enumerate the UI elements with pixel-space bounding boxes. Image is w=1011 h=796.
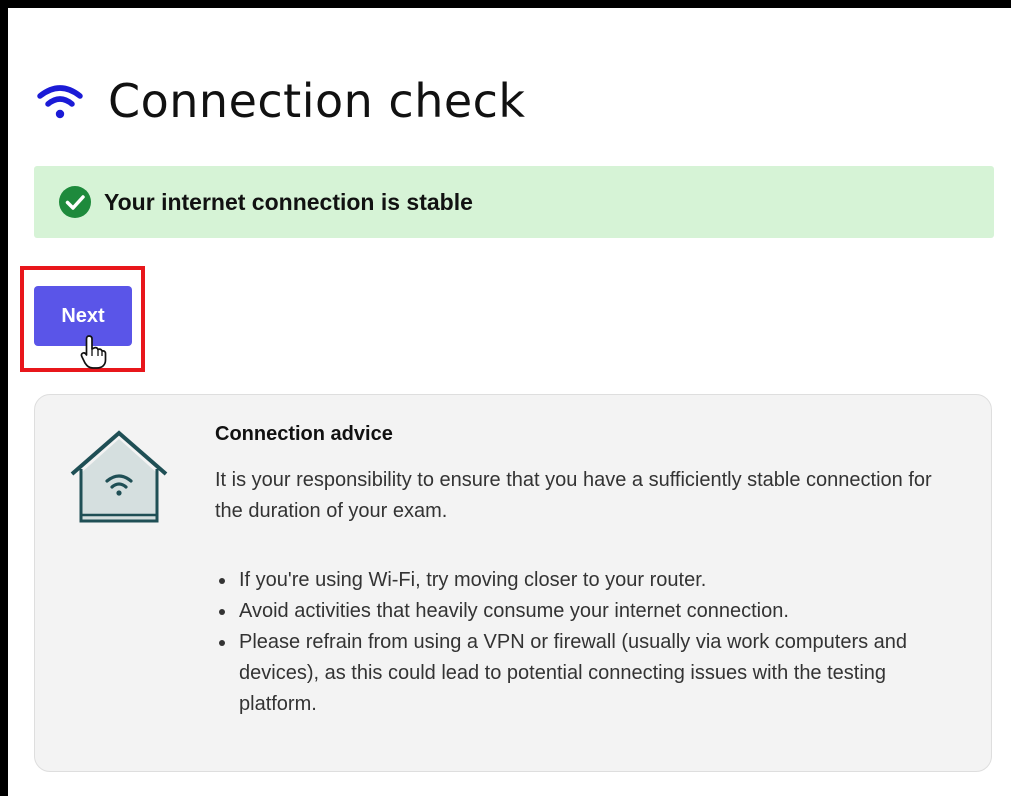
check-circle-icon [59,186,91,218]
connection-advice-card: Connection advice It is your responsibil… [34,394,992,772]
list-item: Avoid activities that heavily consume yo… [215,596,955,627]
page-header: Connection check [36,66,526,136]
wifi-icon [37,85,83,119]
page-title: Connection check [108,74,526,128]
hand-cursor-icon [80,335,107,369]
advice-body: It is your responsibility to ensure that… [215,469,932,522]
status-banner: Your internet connection is stable [34,166,994,238]
list-item: If you're using Wi-Fi, try moving closer… [215,565,955,596]
list-item: Please refrain from using a VPN or firew… [215,627,955,720]
advice-tips-list: If you're using Wi-Fi, try moving closer… [215,565,955,720]
house-wifi-icon [70,430,168,523]
advice-title: Connection advice [215,423,393,445]
connection-check-page: Connection check Your internet connectio… [8,8,1011,796]
status-message: Your internet connection is stable [104,188,473,215]
